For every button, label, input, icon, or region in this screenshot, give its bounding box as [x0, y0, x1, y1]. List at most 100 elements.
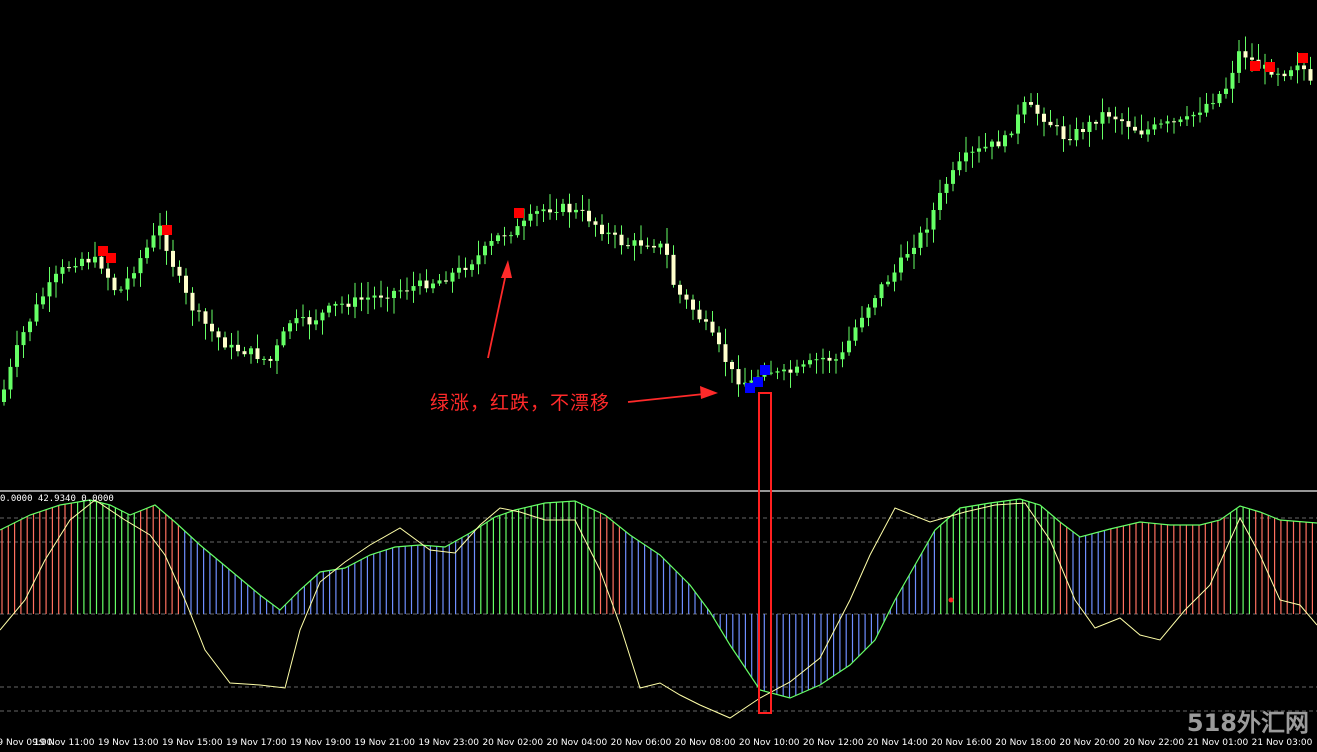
candle-body — [658, 243, 663, 248]
candle-body — [619, 234, 624, 246]
candle-body — [1081, 129, 1085, 132]
candle-body — [814, 359, 819, 361]
candle-body — [314, 320, 318, 325]
candle-body — [67, 267, 71, 269]
candle-body — [353, 297, 357, 307]
x-tick-label: 20 Nov 12:00 — [802, 738, 864, 748]
candle-body — [639, 240, 643, 246]
candle-body — [8, 366, 13, 390]
candle-body — [788, 369, 793, 373]
candle-body — [249, 348, 253, 355]
candle-body — [996, 141, 1001, 147]
candle-body — [184, 275, 188, 293]
candle-body — [158, 225, 162, 236]
candle-body — [541, 209, 546, 212]
candle-body — [398, 290, 403, 292]
candle-body — [548, 209, 552, 213]
x-tick-label: 20 Nov 02:00 — [482, 738, 544, 748]
x-tick-label: 19 Nov 13:00 — [97, 738, 159, 748]
signal-dot — [948, 597, 954, 603]
candle-body — [15, 345, 19, 367]
candle-body — [528, 213, 533, 221]
candle-body — [151, 235, 156, 248]
candle-body — [587, 210, 591, 222]
candle-body — [840, 352, 845, 360]
candle-body — [333, 303, 338, 306]
candle-body — [320, 312, 325, 321]
candle-body — [1308, 69, 1313, 81]
candle-body — [242, 351, 247, 355]
x-tick-label: 20 Nov 22:00 — [1123, 738, 1185, 748]
candle-body — [944, 183, 949, 193]
candle-body — [223, 337, 227, 348]
candle-body — [444, 280, 448, 282]
candle-body — [782, 369, 786, 372]
candle-body — [951, 170, 955, 184]
x-tick-label: 19 Nov 19:00 — [290, 738, 351, 748]
candle-body — [626, 245, 630, 247]
candle-body — [697, 309, 702, 320]
candle-body — [1120, 119, 1124, 122]
candle-body — [1159, 123, 1163, 125]
candle-body — [229, 344, 234, 348]
candle-body — [21, 332, 26, 346]
candle-body — [73, 266, 78, 268]
candle-body — [1107, 112, 1111, 117]
candle-body — [567, 203, 572, 213]
candle-body — [47, 282, 52, 297]
candle-body — [860, 317, 864, 328]
candle-body — [1237, 51, 1241, 73]
candle-body — [665, 243, 669, 255]
candle-body — [931, 210, 936, 230]
candle-body — [99, 256, 104, 269]
candle-body — [424, 280, 429, 289]
candle-body — [847, 340, 851, 353]
candle-body — [905, 254, 910, 258]
candle-body — [580, 209, 585, 211]
candle-body — [1113, 116, 1118, 120]
candle-body — [1022, 102, 1027, 115]
candle-body — [1250, 57, 1254, 60]
candle-body — [385, 297, 390, 299]
sell-signal-marker — [1265, 62, 1275, 72]
candle-body — [216, 331, 221, 338]
candle-body — [1276, 73, 1280, 75]
candle-body — [1217, 93, 1222, 104]
candle-body — [463, 267, 468, 270]
candle-body — [1152, 124, 1157, 130]
candle-body — [983, 146, 988, 149]
candle-body — [93, 256, 97, 263]
candle-body — [177, 266, 182, 276]
candle-body — [613, 232, 617, 235]
candle-body — [775, 371, 780, 373]
candle-body — [411, 286, 416, 291]
x-tick-label: 20 Nov 20:00 — [1059, 738, 1121, 748]
candle-body — [268, 358, 273, 361]
x-tick-label: 20 Nov 06:00 — [610, 738, 672, 748]
candle-body — [1198, 112, 1202, 115]
candle-body — [1029, 102, 1033, 105]
candle-body — [483, 245, 487, 256]
candle-body — [1042, 113, 1046, 122]
candle-body — [346, 303, 351, 307]
candle-body — [327, 305, 331, 313]
candle-body — [1055, 125, 1059, 127]
candle-body — [54, 273, 58, 283]
x-tick-label: 19 Nov 23:00 — [418, 738, 480, 748]
candle-body — [1230, 72, 1235, 89]
candle-body — [1100, 112, 1105, 124]
candle-body — [1146, 129, 1150, 135]
candle-body — [132, 273, 136, 279]
candle-body — [431, 283, 435, 289]
candle-body — [502, 235, 507, 237]
candle-body — [554, 211, 559, 213]
candle-body — [457, 267, 461, 273]
candle-body — [990, 141, 994, 147]
x-tick-label: 20 Nov 10:00 — [738, 738, 800, 748]
candle-body — [899, 257, 903, 273]
candle-body — [918, 232, 923, 248]
candle-body — [1295, 65, 1300, 71]
candle-body — [795, 366, 799, 373]
candle-body — [879, 284, 884, 299]
candle-body — [405, 290, 409, 292]
